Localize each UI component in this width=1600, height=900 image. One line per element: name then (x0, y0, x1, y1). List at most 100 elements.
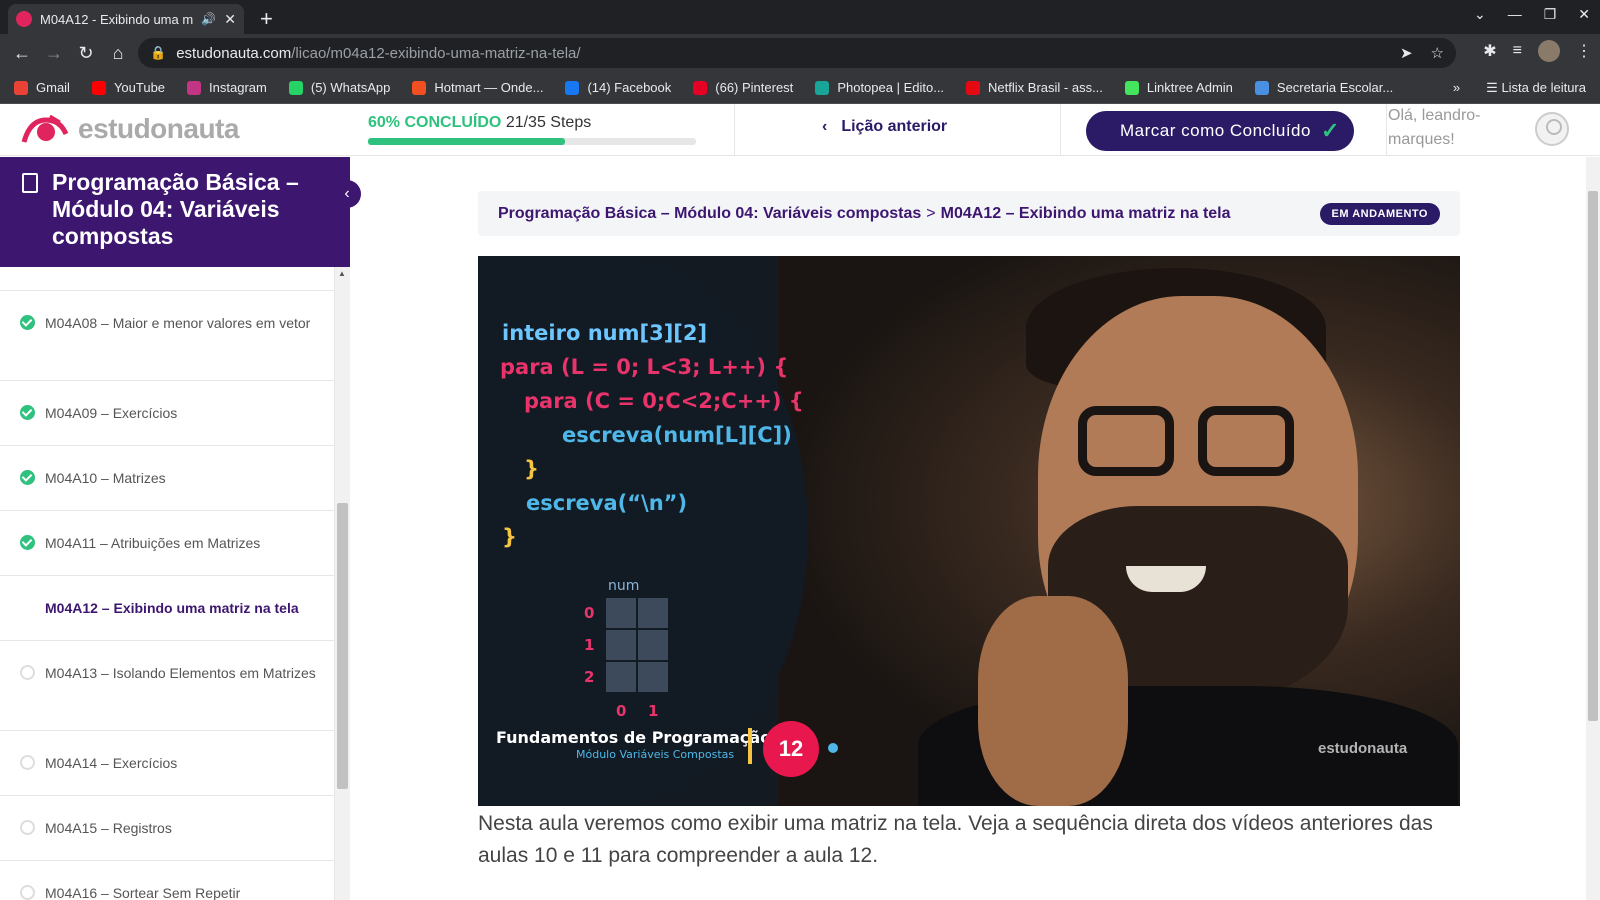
user-avatar[interactable] (1535, 112, 1569, 146)
code-block: inteiro num[3][2] para (L = 0; L<3; L++)… (500, 316, 804, 554)
bookmark-item[interactable]: Netflix Brasil - ass... (966, 80, 1103, 95)
previous-lesson-link[interactable]: ‹ Lição anterior (822, 118, 947, 136)
bookmark-label: (5) WhatsApp (310, 80, 391, 95)
breadcrumb-lesson-link[interactable]: M04A12 – Exibindo uma matriz na tela (941, 205, 1231, 223)
bookmark-favicon-icon (1124, 80, 1139, 95)
bookmark-item[interactable]: (66) Pinterest (693, 80, 793, 95)
bookmark-label: Photopea | Edito... (837, 80, 945, 95)
lesson-item[interactable]: M04A09 – Exercícios (0, 381, 334, 446)
bookmark-star-icon[interactable]: ☆ (1431, 44, 1444, 62)
matrix-cell (638, 598, 668, 628)
bookmark-item[interactable]: Linktree Admin (1124, 80, 1233, 95)
completed-check-icon (20, 470, 35, 485)
row-index: 2 (584, 668, 595, 686)
code-line-text: } (502, 525, 517, 549)
extensions-icon[interactable]: ✱ (1483, 41, 1496, 61)
code-line-text: } (524, 457, 539, 481)
close-tab-icon[interactable]: ✕ (224, 11, 236, 28)
reload-icon[interactable]: ↻ (70, 43, 102, 64)
bookmark-item[interactable]: (5) WhatsApp (288, 80, 391, 95)
lesson-item[interactable]: M04A14 – Exercícios (0, 731, 334, 796)
bookmark-favicon-icon (1254, 80, 1269, 95)
back-icon[interactable]: ← (6, 43, 38, 64)
minimize-button[interactable]: — (1508, 6, 1522, 23)
lesson-item[interactable]: M04A13 – Isolando Elementos em Matrizes (0, 641, 334, 731)
collapse-sidebar-button[interactable]: ‹ (333, 180, 361, 208)
progress-text: 60% CONCLUÍDO 21/35 Steps (368, 114, 698, 132)
address-bar[interactable]: 🔒 estudonauta.com /licao/m04a12-exibindo… (138, 38, 1456, 68)
row-index: 1 (584, 636, 595, 654)
lesson-video-player[interactable]: inteiro num[3][2] para (L = 0; L<3; L++)… (478, 256, 1460, 806)
bookmark-item[interactable]: Hotmart — Onde... (412, 80, 543, 95)
lesson-item[interactable]: M04A15 – Registros (0, 796, 334, 861)
breadcrumb-separator: > (926, 204, 936, 222)
page-scroll-thumb[interactable] (1588, 191, 1598, 721)
bookmark-label: (66) Pinterest (715, 80, 794, 95)
lock-icon[interactable]: 🔒 (150, 45, 166, 61)
code-line: } (502, 520, 804, 554)
matrix-cell (638, 662, 668, 692)
lesson-item[interactable]: M04A11 – Atribuições em Matrizes (0, 511, 334, 576)
send-icon[interactable]: ➤ (1400, 44, 1413, 62)
progress-bar (368, 138, 696, 145)
sidebar-scroll-thumb[interactable] (337, 503, 348, 789)
sidebar-scrollbar[interactable]: ▲ (335, 267, 350, 900)
browser-toolbar: ← → ↻ ⌂ 🔒 estudonauta.com /licao/m04a12-… (0, 34, 1600, 72)
lesson-item[interactable]: M04A16 – Sortear Sem Repetir (0, 861, 334, 900)
restore-button[interactable]: ❐ (1544, 6, 1557, 23)
bookmark-item[interactable]: Gmail (14, 80, 70, 95)
code-line: escreva(“\n”) (526, 486, 804, 520)
bookmark-favicon-icon (815, 80, 830, 95)
bookmark-item[interactable]: YouTube (91, 80, 165, 95)
pending-circle-icon (20, 885, 35, 900)
lesson-item[interactable]: M04A12 – Exibindo uma matriz na tela (0, 576, 334, 641)
site-logo[interactable]: estudonauta (20, 112, 239, 146)
menu-icon[interactable]: ⋮ (1576, 41, 1592, 61)
completed-check-icon (20, 405, 35, 420)
browser-tab[interactable]: M04A12 - Exibindo uma m 🔊 ✕ (8, 4, 244, 34)
bookmark-favicon-icon (966, 80, 981, 95)
scroll-up-icon[interactable]: ▲ (338, 269, 346, 278)
bookmark-item[interactable]: (14) Facebook (565, 80, 671, 95)
lesson-label: M04A09 – Exercícios (45, 405, 178, 421)
lesson-description: Nesta aula veremos como exibir uma matri… (478, 812, 1433, 867)
tab-search-icon[interactable]: ⌄ (1474, 6, 1486, 23)
matrix-label: num (608, 578, 640, 594)
chevron-left-icon: ‹ (822, 118, 828, 135)
bookmark-item[interactable]: Photopea | Edito... (815, 80, 944, 95)
bookmark-item[interactable]: Instagram (187, 80, 267, 95)
mark-complete-button[interactable]: Marcar como Concluído ✓ (1086, 111, 1354, 151)
mark-complete-label: Marcar como Concluído (1120, 121, 1311, 140)
lesson-label: M04A10 – Matrizes (45, 470, 166, 486)
more-bookmarks-button[interactable]: » (1453, 80, 1460, 96)
profile-avatar[interactable] (1538, 40, 1560, 62)
bookmark-label: Secretaria Escolar... (1276, 80, 1394, 95)
lesson-item[interactable]: M04A10 – Matrizes (0, 446, 334, 511)
bookmark-label: Linktree Admin (1146, 80, 1233, 95)
code-line: para (L = 0; L<3; L++) { (500, 350, 804, 384)
forward-icon[interactable]: → (38, 43, 70, 64)
window-controls: ⌄ — ❐ ✕ (1474, 6, 1590, 23)
home-icon[interactable]: ⌂ (102, 43, 134, 64)
bookmark-item[interactable]: Secretaria Escolar... (1254, 80, 1394, 95)
close-window-button[interactable]: ✕ (1578, 6, 1590, 23)
page-scrollbar[interactable] (1586, 157, 1600, 900)
code-line-text: escreva(num[L][C]) (562, 423, 792, 447)
audio-icon[interactable]: 🔊 (201, 12, 216, 26)
breadcrumb: Programação Básica – Módulo 04: Variávei… (478, 191, 1460, 236)
omnibox-actions: ➤ ☆ (1400, 44, 1444, 62)
course-title[interactable]: Programação Básica – Módulo 04: Variávei… (52, 169, 299, 249)
lesson-item[interactable]: M04A08 – Maior e menor valores em vetor (0, 291, 334, 381)
browser-tabbar: M04A12 - Exibindo uma m 🔊 ✕ + ⌄ — ❐ ✕ (0, 0, 1600, 34)
lesson-label: M04A08 – Maior e menor valores em vetor (45, 315, 311, 331)
new-tab-button[interactable]: + (260, 6, 273, 32)
tab-title: M04A12 - Exibindo uma m (40, 11, 194, 27)
video-series-subtitle: Módulo Variáveis Compostas (576, 748, 735, 761)
media-icon[interactable]: ≡ (1513, 42, 1522, 60)
bookmarks-right: » ☰ Lista de leitura (1453, 80, 1586, 96)
matrix-cell (606, 598, 636, 628)
breadcrumb-course-link[interactable]: Programação Básica – Módulo 04: Variávei… (498, 205, 921, 223)
reading-list-button[interactable]: ☰ Lista de leitura (1486, 80, 1586, 96)
user-greeting[interactable]: Olá, leandro-marques! (1388, 104, 1498, 152)
bookmark-favicon-icon (187, 80, 202, 95)
